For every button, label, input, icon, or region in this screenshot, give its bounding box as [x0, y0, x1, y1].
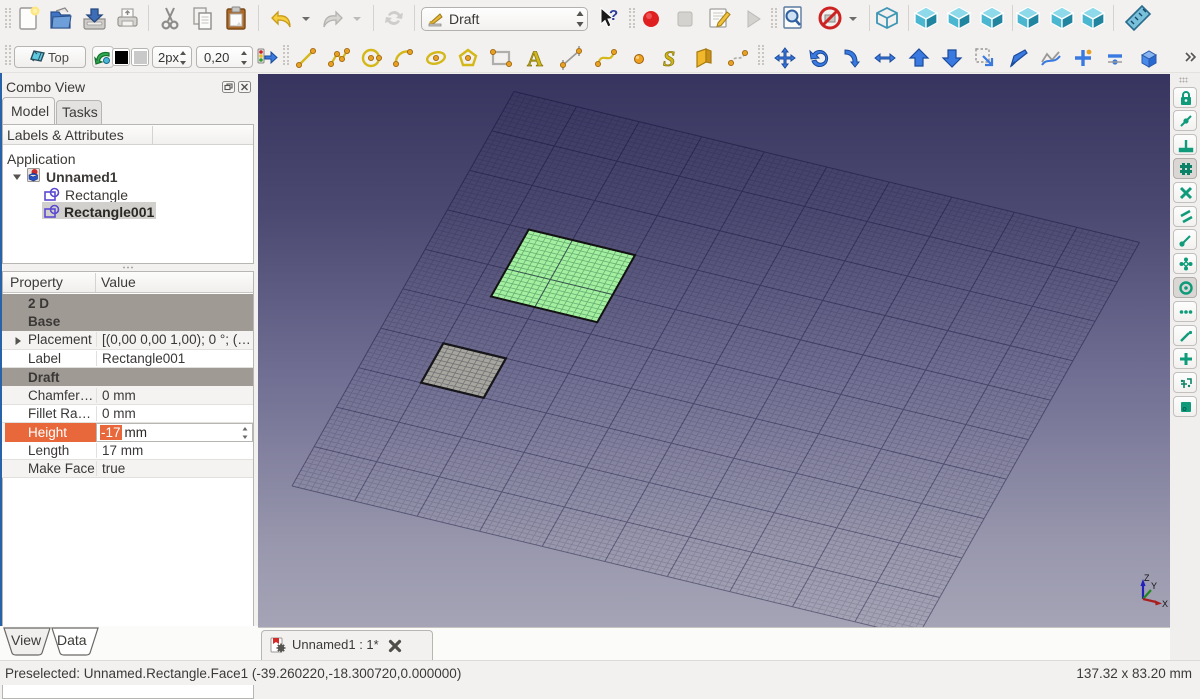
svg-text:Z: Z — [1144, 573, 1150, 583]
svg-text:A: A — [527, 46, 543, 70]
svg-text:X: X — [1162, 599, 1168, 609]
svg-text:Y: Y — [1151, 581, 1157, 591]
svg-text:?: ? — [609, 7, 618, 24]
svg-text:S: S — [663, 46, 675, 70]
